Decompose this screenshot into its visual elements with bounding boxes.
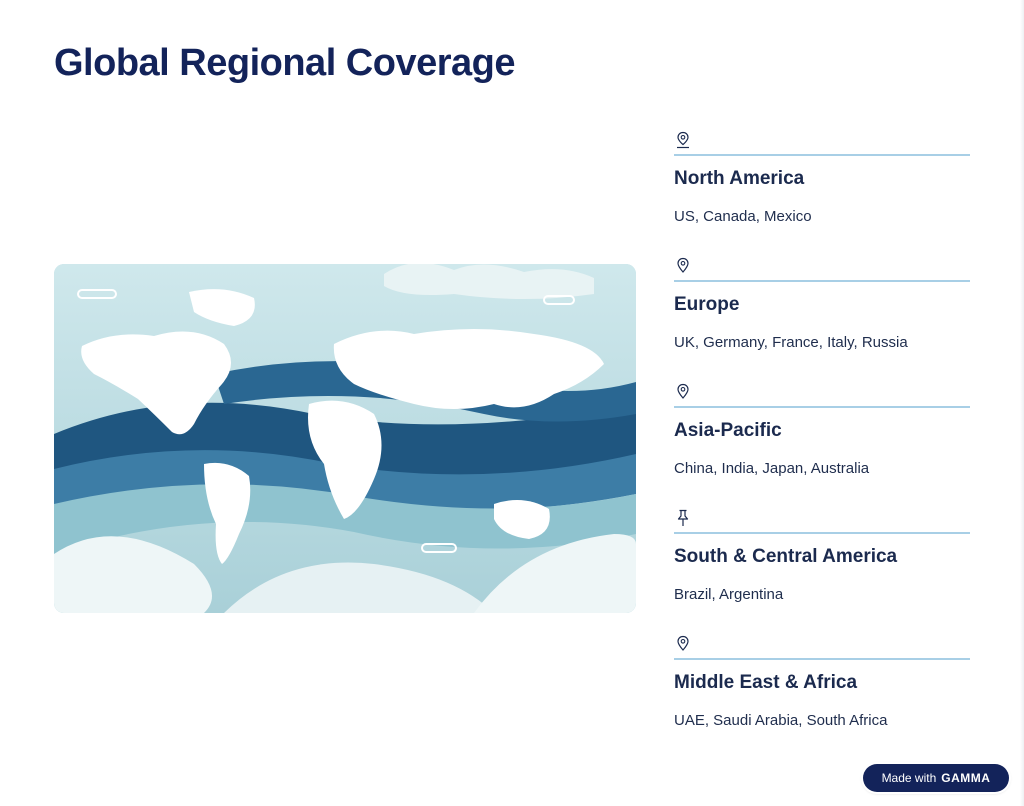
region-name: North America bbox=[674, 168, 805, 189]
badge-prefix: Made with bbox=[881, 771, 937, 785]
edge-shadow bbox=[1020, 0, 1024, 806]
map-pin-icon bbox=[677, 635, 689, 651]
divider bbox=[674, 658, 970, 660]
divider bbox=[674, 280, 970, 282]
region-item-asia-pacific: Asia-Pacific China, India, Japan, Austra… bbox=[674, 380, 970, 506]
world-map-illustration bbox=[54, 264, 636, 613]
region-item-europe: Europe UK, Germany, France, Italy, Russi… bbox=[674, 254, 970, 380]
gamma-logo: GAMMA bbox=[941, 771, 991, 785]
made-with-gamma-badge[interactable]: Made with GAMMA bbox=[863, 764, 1009, 792]
divider bbox=[674, 406, 970, 408]
region-name: Middle East & Africa bbox=[674, 672, 858, 693]
page-title: Global Regional Coverage bbox=[54, 42, 516, 84]
slide: Global Regional Coverage North America U… bbox=[0, 0, 1024, 806]
divider bbox=[674, 532, 970, 534]
region-item-south-central-america: South & Central America Brazil, Argentin… bbox=[674, 506, 970, 632]
region-countries: UK, Germany, France, Italy, Russia bbox=[674, 334, 908, 351]
region-name: South & Central America bbox=[674, 546, 898, 567]
map-pin-icon bbox=[677, 383, 689, 399]
pushpin-icon bbox=[677, 509, 689, 526]
divider bbox=[674, 154, 970, 156]
region-item-north-america: North America US, Canada, Mexico bbox=[674, 128, 970, 254]
map-pin-icon bbox=[677, 257, 689, 273]
region-countries: UAE, Saudi Arabia, South Africa bbox=[674, 712, 888, 729]
region-name: Europe bbox=[674, 294, 740, 315]
region-name: Asia-Pacific bbox=[674, 420, 782, 441]
region-countries: US, Canada, Mexico bbox=[674, 208, 812, 225]
location-icon bbox=[677, 131, 689, 149]
region-countries: China, India, Japan, Australia bbox=[674, 460, 870, 477]
region-item-middle-east-africa: Middle East & Africa UAE, Saudi Arabia, … bbox=[674, 632, 970, 758]
region-countries: Brazil, Argentina bbox=[674, 586, 784, 603]
region-list: North America US, Canada, Mexico Europe … bbox=[674, 128, 970, 758]
